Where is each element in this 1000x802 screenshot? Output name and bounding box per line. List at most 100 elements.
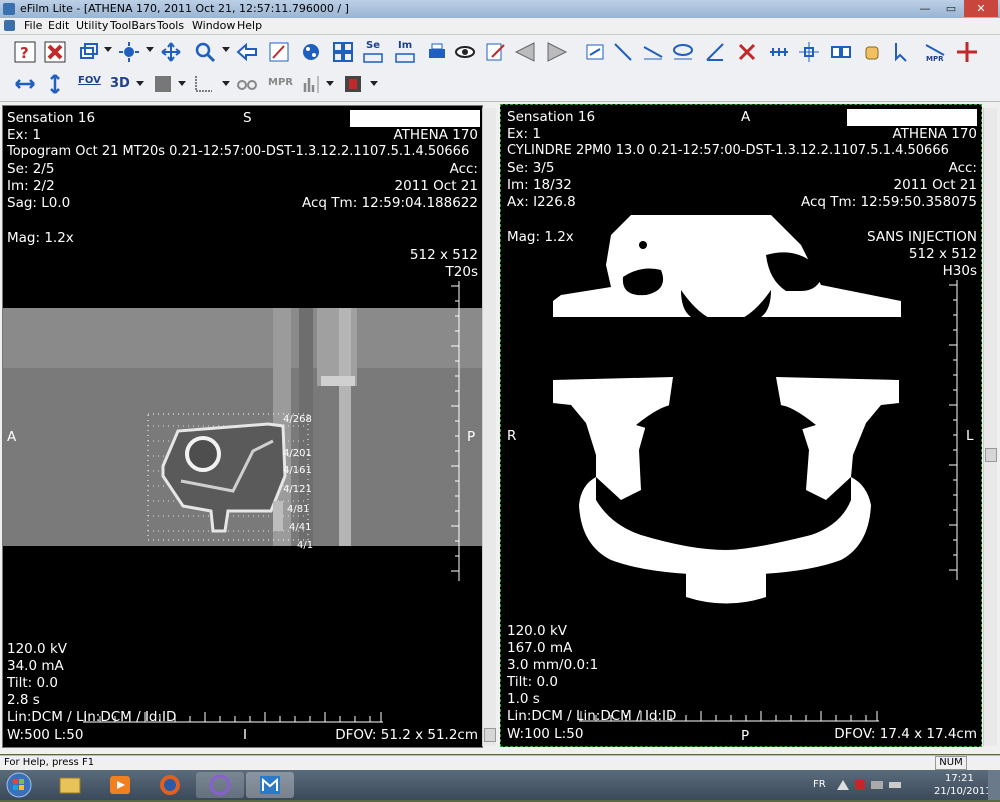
tilt-label: Tilt: 0.0: [7, 675, 58, 691]
ellipse-roi-icon[interactable]: [672, 41, 694, 63]
chevron-down-icon[interactable]: [222, 47, 230, 52]
horizontal-flip-icon[interactable]: [14, 73, 36, 95]
print-icon[interactable]: [426, 41, 448, 63]
vertical-flip-icon[interactable]: [44, 73, 66, 95]
language-indicator[interactable]: FR: [813, 779, 826, 790]
window-level-label: W:100 L:50: [507, 726, 584, 742]
system-tray-icons[interactable]: [835, 778, 905, 792]
start-button[interactable]: [4, 771, 38, 798]
crosshair-icon[interactable]: [798, 41, 820, 63]
axis-icon[interactable]: [192, 73, 214, 95]
accession-label: Acc:: [948, 160, 977, 176]
viewer-topogram[interactable]: Sensation 16 S Ex: 1 ATHENA 170 Topogram…: [2, 105, 483, 748]
probe-icon[interactable]: [892, 41, 914, 63]
study-date-label: 2011 Oct 21: [893, 177, 977, 193]
maximize-button[interactable]: ▭: [938, 0, 964, 17]
close-button[interactable]: ✕: [964, 0, 998, 17]
save-film-icon[interactable]: [342, 73, 364, 95]
right-viewer-scrollbar[interactable]: [983, 108, 997, 746]
zoom-icon[interactable]: [194, 41, 216, 63]
left-viewer-scrollbar[interactable]: [482, 108, 496, 746]
scale-icon[interactable]: [768, 41, 790, 63]
hand-icon[interactable]: [862, 41, 884, 63]
dfov-label: DFOV: 17.4 x 17.4cm: [834, 726, 977, 742]
back-arrow-icon[interactable]: [236, 41, 258, 63]
menu-help[interactable]: Help: [237, 19, 262, 32]
chevron-down-icon[interactable]: [136, 81, 144, 86]
edit-report-icon[interactable]: [484, 41, 506, 63]
delete-icon[interactable]: [44, 41, 66, 63]
annotate-icon[interactable]: [268, 41, 290, 63]
cine-icon[interactable]: [300, 41, 322, 63]
chevron-down-icon[interactable]: [326, 81, 334, 86]
histogram-icon[interactable]: [302, 73, 324, 95]
taskbar-media-player-icon[interactable]: [96, 772, 144, 798]
previous-study-icon[interactable]: [514, 41, 536, 63]
line-measure-icon[interactable]: [612, 41, 634, 63]
help-icon[interactable]: ?: [14, 41, 36, 63]
matrix-label: 512 x 512: [409, 247, 478, 263]
menu-window[interactable]: Window: [192, 19, 235, 32]
chevron-down-icon[interactable]: [370, 81, 378, 86]
chevron-down-icon[interactable]: [146, 47, 154, 52]
scrollbar-thumb[interactable]: [484, 728, 496, 742]
layout-grid-icon[interactable]: [332, 41, 354, 63]
taskbar-explorer-icon[interactable]: [46, 772, 94, 798]
menu-file[interactable]: File: [24, 19, 42, 32]
taskbar-efilm-icon[interactable]: [246, 772, 294, 798]
cascade-windows-icon[interactable]: [78, 41, 100, 63]
viewer-axial[interactable]: Sensation 16 A Ex: 1 ATHENA 170 CYLINDRE…: [500, 104, 982, 747]
ruler-icon[interactable]: [642, 41, 664, 63]
mpr-tool-label[interactable]: MPR: [926, 55, 944, 63]
slice-label: 4/81: [287, 504, 310, 515]
slice-label: 4/268: [283, 414, 312, 425]
help-status-text: For Help, press F1: [4, 757, 95, 768]
clear-measure-icon[interactable]: [736, 41, 758, 63]
window-level-icon[interactable]: [118, 41, 140, 63]
exam-label: Ex: 1: [7, 127, 41, 143]
kv-label: 120.0 kV: [507, 623, 567, 639]
image-layout-label[interactable]: Im: [398, 40, 412, 51]
image-grid-icon[interactable]: [394, 53, 416, 63]
glasses-icon[interactable]: [236, 73, 258, 95]
minimize-button[interactable]: —: [912, 0, 938, 17]
export-icon[interactable]: [584, 41, 606, 63]
cross-reference-icon[interactable]: [956, 41, 978, 63]
series-layout-label[interactable]: Se: [366, 40, 380, 51]
link-series-icon[interactable]: [830, 41, 852, 63]
chevron-down-icon[interactable]: [104, 47, 112, 52]
menu-tools[interactable]: Tools: [157, 19, 184, 32]
next-study-icon[interactable]: [546, 41, 568, 63]
scrollbar-thumb[interactable]: [985, 448, 997, 462]
angle-icon[interactable]: [704, 41, 726, 63]
fov-button[interactable]: FOV: [78, 75, 101, 86]
menu-utility[interactable]: Utility: [76, 19, 108, 32]
pan-icon[interactable]: [160, 41, 182, 63]
orientation-right: L: [966, 428, 974, 444]
taskbar-firefox-icon[interactable]: [146, 772, 194, 798]
acquisition-time-label: Acq Tm: 12:59:04.188622: [302, 195, 478, 211]
chevron-down-icon[interactable]: [178, 81, 186, 86]
mpr-button[interactable]: MPR: [268, 77, 293, 88]
series-grid-icon[interactable]: [362, 53, 384, 63]
taskbar-app-icon[interactable]: [196, 772, 244, 798]
slice-label: 4/121: [283, 484, 312, 495]
series-label: Se: 2/5: [7, 161, 55, 177]
kernel-label: H30s: [942, 263, 977, 279]
series-comment-label: SANS INJECTION: [867, 229, 977, 245]
patient-label: ATHENA 170: [393, 127, 478, 143]
kernel-label: T20s: [445, 264, 478, 280]
document-icon[interactable]: [4, 20, 15, 31]
menu-toolbars[interactable]: ToolBars: [110, 19, 156, 32]
menu-edit[interactable]: Edit: [48, 19, 69, 32]
clock-time[interactable]: 17:21: [945, 773, 974, 784]
svg-text:?: ?: [20, 44, 29, 62]
time-label: 2.8 s: [7, 692, 40, 708]
3d-button[interactable]: 3D: [110, 76, 130, 91]
chevron-down-icon[interactable]: [222, 81, 230, 86]
show-desktop-button[interactable]: [988, 770, 1000, 800]
gray-square-icon[interactable]: [152, 73, 174, 95]
eye-icon[interactable]: [454, 41, 476, 63]
clock-date[interactable]: 21/10/2011: [934, 786, 992, 797]
orientation-bottom: P: [741, 728, 750, 744]
